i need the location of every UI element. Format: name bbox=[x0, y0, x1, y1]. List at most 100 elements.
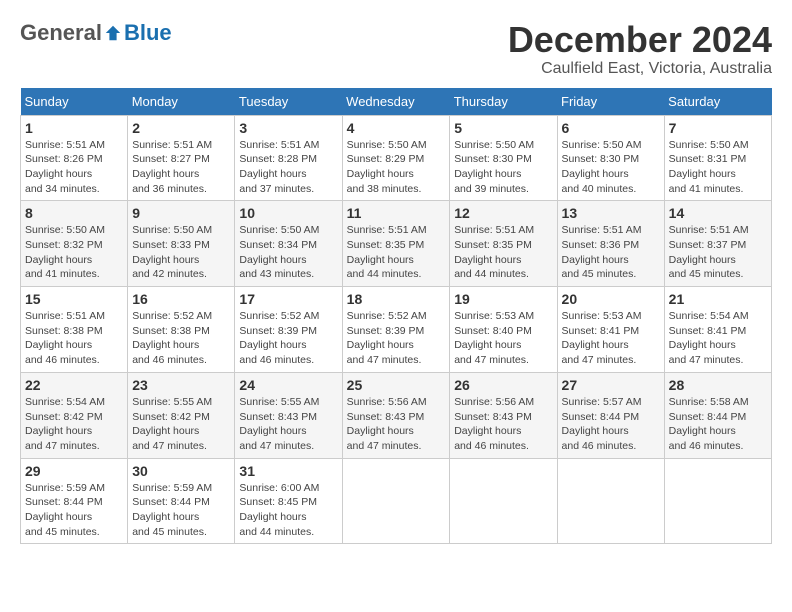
day-number: 31 bbox=[239, 463, 337, 479]
calendar-day-cell: 5 Sunrise: 5:50 AM Sunset: 8:30 PM Dayli… bbox=[450, 115, 557, 201]
day-info: Sunrise: 5:51 AM Sunset: 8:35 PM Dayligh… bbox=[454, 223, 552, 282]
day-info: Sunrise: 5:51 AM Sunset: 8:28 PM Dayligh… bbox=[239, 138, 337, 197]
day-number: 13 bbox=[562, 205, 660, 221]
page-header: General Blue December 2024 Caulfield Eas… bbox=[20, 20, 772, 78]
day-info: Sunrise: 5:57 AM Sunset: 8:44 PM Dayligh… bbox=[562, 395, 660, 454]
calendar-day-cell: 18 Sunrise: 5:52 AM Sunset: 8:39 PM Dayl… bbox=[342, 287, 450, 373]
day-info: Sunrise: 5:58 AM Sunset: 8:44 PM Dayligh… bbox=[669, 395, 767, 454]
day-number: 9 bbox=[132, 205, 230, 221]
day-info: Sunrise: 5:54 AM Sunset: 8:42 PM Dayligh… bbox=[25, 395, 123, 454]
title-block: December 2024 Caulfield East, Victoria, … bbox=[508, 20, 772, 78]
calendar-day-cell: 27 Sunrise: 5:57 AM Sunset: 8:44 PM Dayl… bbox=[557, 372, 664, 458]
calendar-day-cell: 31 Sunrise: 6:00 AM Sunset: 8:45 PM Dayl… bbox=[235, 458, 342, 544]
day-number: 25 bbox=[347, 377, 446, 393]
day-info: Sunrise: 5:51 AM Sunset: 8:35 PM Dayligh… bbox=[347, 223, 446, 282]
day-info: Sunrise: 5:50 AM Sunset: 8:31 PM Dayligh… bbox=[669, 138, 767, 197]
day-info: Sunrise: 5:50 AM Sunset: 8:32 PM Dayligh… bbox=[25, 223, 123, 282]
month-title: December 2024 bbox=[508, 20, 772, 60]
day-info: Sunrise: 5:59 AM Sunset: 8:44 PM Dayligh… bbox=[132, 481, 230, 540]
logo: General Blue bbox=[20, 20, 172, 46]
day-number: 1 bbox=[25, 120, 123, 136]
day-number: 23 bbox=[132, 377, 230, 393]
calendar-day-cell: 1 Sunrise: 5:51 AM Sunset: 8:26 PM Dayli… bbox=[21, 115, 128, 201]
calendar-day-cell: 23 Sunrise: 5:55 AM Sunset: 8:42 PM Dayl… bbox=[128, 372, 235, 458]
day-info: Sunrise: 5:51 AM Sunset: 8:36 PM Dayligh… bbox=[562, 223, 660, 282]
calendar-day-cell bbox=[342, 458, 450, 544]
calendar-day-cell bbox=[450, 458, 557, 544]
calendar-day-cell: 8 Sunrise: 5:50 AM Sunset: 8:32 PM Dayli… bbox=[21, 201, 128, 287]
calendar-day-cell: 10 Sunrise: 5:50 AM Sunset: 8:34 PM Dayl… bbox=[235, 201, 342, 287]
calendar-day-cell: 19 Sunrise: 5:53 AM Sunset: 8:40 PM Dayl… bbox=[450, 287, 557, 373]
day-header: Wednesday bbox=[342, 88, 450, 116]
day-number: 26 bbox=[454, 377, 552, 393]
day-info: Sunrise: 5:50 AM Sunset: 8:29 PM Dayligh… bbox=[347, 138, 446, 197]
location: Caulfield East, Victoria, Australia bbox=[508, 60, 772, 78]
day-number: 11 bbox=[347, 205, 446, 221]
day-info: Sunrise: 5:51 AM Sunset: 8:27 PM Dayligh… bbox=[132, 138, 230, 197]
calendar-day-cell: 26 Sunrise: 5:56 AM Sunset: 8:43 PM Dayl… bbox=[450, 372, 557, 458]
day-header: Sunday bbox=[21, 88, 128, 116]
calendar-day-cell: 4 Sunrise: 5:50 AM Sunset: 8:29 PM Dayli… bbox=[342, 115, 450, 201]
day-info: Sunrise: 5:50 AM Sunset: 8:30 PM Dayligh… bbox=[562, 138, 660, 197]
day-number: 17 bbox=[239, 291, 337, 307]
day-info: Sunrise: 5:55 AM Sunset: 8:42 PM Dayligh… bbox=[132, 395, 230, 454]
day-number: 2 bbox=[132, 120, 230, 136]
calendar-day-cell: 16 Sunrise: 5:52 AM Sunset: 8:38 PM Dayl… bbox=[128, 287, 235, 373]
calendar-day-cell: 2 Sunrise: 5:51 AM Sunset: 8:27 PM Dayli… bbox=[128, 115, 235, 201]
calendar-day-cell bbox=[664, 458, 771, 544]
calendar-body: 1 Sunrise: 5:51 AM Sunset: 8:26 PM Dayli… bbox=[21, 115, 772, 544]
day-info: Sunrise: 5:56 AM Sunset: 8:43 PM Dayligh… bbox=[454, 395, 552, 454]
day-info: Sunrise: 5:59 AM Sunset: 8:44 PM Dayligh… bbox=[25, 481, 123, 540]
calendar-day-cell: 14 Sunrise: 5:51 AM Sunset: 8:37 PM Dayl… bbox=[664, 201, 771, 287]
calendar-week-row: 15 Sunrise: 5:51 AM Sunset: 8:38 PM Dayl… bbox=[21, 287, 772, 373]
day-info: Sunrise: 5:50 AM Sunset: 8:33 PM Dayligh… bbox=[132, 223, 230, 282]
calendar-day-cell: 15 Sunrise: 5:51 AM Sunset: 8:38 PM Dayl… bbox=[21, 287, 128, 373]
day-info: Sunrise: 5:51 AM Sunset: 8:26 PM Dayligh… bbox=[25, 138, 123, 197]
calendar-week-row: 29 Sunrise: 5:59 AM Sunset: 8:44 PM Dayl… bbox=[21, 458, 772, 544]
day-info: Sunrise: 5:56 AM Sunset: 8:43 PM Dayligh… bbox=[347, 395, 446, 454]
day-number: 18 bbox=[347, 291, 446, 307]
day-info: Sunrise: 5:53 AM Sunset: 8:40 PM Dayligh… bbox=[454, 309, 552, 368]
calendar-day-cell: 13 Sunrise: 5:51 AM Sunset: 8:36 PM Dayl… bbox=[557, 201, 664, 287]
day-number: 6 bbox=[562, 120, 660, 136]
calendar-day-cell: 12 Sunrise: 5:51 AM Sunset: 8:35 PM Dayl… bbox=[450, 201, 557, 287]
day-number: 10 bbox=[239, 205, 337, 221]
calendar-week-row: 8 Sunrise: 5:50 AM Sunset: 8:32 PM Dayli… bbox=[21, 201, 772, 287]
day-number: 29 bbox=[25, 463, 123, 479]
day-number: 22 bbox=[25, 377, 123, 393]
calendar-day-cell: 21 Sunrise: 5:54 AM Sunset: 8:41 PM Dayl… bbox=[664, 287, 771, 373]
logo-general-text: General bbox=[20, 20, 102, 46]
day-number: 14 bbox=[669, 205, 767, 221]
calendar-day-cell: 25 Sunrise: 5:56 AM Sunset: 8:43 PM Dayl… bbox=[342, 372, 450, 458]
day-number: 3 bbox=[239, 120, 337, 136]
calendar-day-cell: 24 Sunrise: 5:55 AM Sunset: 8:43 PM Dayl… bbox=[235, 372, 342, 458]
day-number: 16 bbox=[132, 291, 230, 307]
calendar-day-cell: 11 Sunrise: 5:51 AM Sunset: 8:35 PM Dayl… bbox=[342, 201, 450, 287]
day-header: Tuesday bbox=[235, 88, 342, 116]
day-header: Monday bbox=[128, 88, 235, 116]
day-info: Sunrise: 5:51 AM Sunset: 8:38 PM Dayligh… bbox=[25, 309, 123, 368]
day-info: Sunrise: 5:52 AM Sunset: 8:39 PM Dayligh… bbox=[347, 309, 446, 368]
calendar-day-cell: 9 Sunrise: 5:50 AM Sunset: 8:33 PM Dayli… bbox=[128, 201, 235, 287]
day-number: 30 bbox=[132, 463, 230, 479]
calendar-day-cell: 28 Sunrise: 5:58 AM Sunset: 8:44 PM Dayl… bbox=[664, 372, 771, 458]
calendar-day-cell: 7 Sunrise: 5:50 AM Sunset: 8:31 PM Dayli… bbox=[664, 115, 771, 201]
day-info: Sunrise: 5:54 AM Sunset: 8:41 PM Dayligh… bbox=[669, 309, 767, 368]
day-info: Sunrise: 5:50 AM Sunset: 8:34 PM Dayligh… bbox=[239, 223, 337, 282]
logo-icon bbox=[104, 24, 122, 42]
day-header: Thursday bbox=[450, 88, 557, 116]
calendar-day-cell: 20 Sunrise: 5:53 AM Sunset: 8:41 PM Dayl… bbox=[557, 287, 664, 373]
calendar-table: SundayMondayTuesdayWednesdayThursdayFrid… bbox=[20, 88, 772, 545]
calendar-week-row: 22 Sunrise: 5:54 AM Sunset: 8:42 PM Dayl… bbox=[21, 372, 772, 458]
day-info: Sunrise: 5:52 AM Sunset: 8:38 PM Dayligh… bbox=[132, 309, 230, 368]
day-number: 24 bbox=[239, 377, 337, 393]
calendar-day-cell: 22 Sunrise: 5:54 AM Sunset: 8:42 PM Dayl… bbox=[21, 372, 128, 458]
day-header: Saturday bbox=[664, 88, 771, 116]
day-number: 5 bbox=[454, 120, 552, 136]
day-number: 21 bbox=[669, 291, 767, 307]
calendar-header-row: SundayMondayTuesdayWednesdayThursdayFrid… bbox=[21, 88, 772, 116]
day-number: 4 bbox=[347, 120, 446, 136]
day-number: 19 bbox=[454, 291, 552, 307]
day-number: 27 bbox=[562, 377, 660, 393]
calendar-day-cell: 6 Sunrise: 5:50 AM Sunset: 8:30 PM Dayli… bbox=[557, 115, 664, 201]
